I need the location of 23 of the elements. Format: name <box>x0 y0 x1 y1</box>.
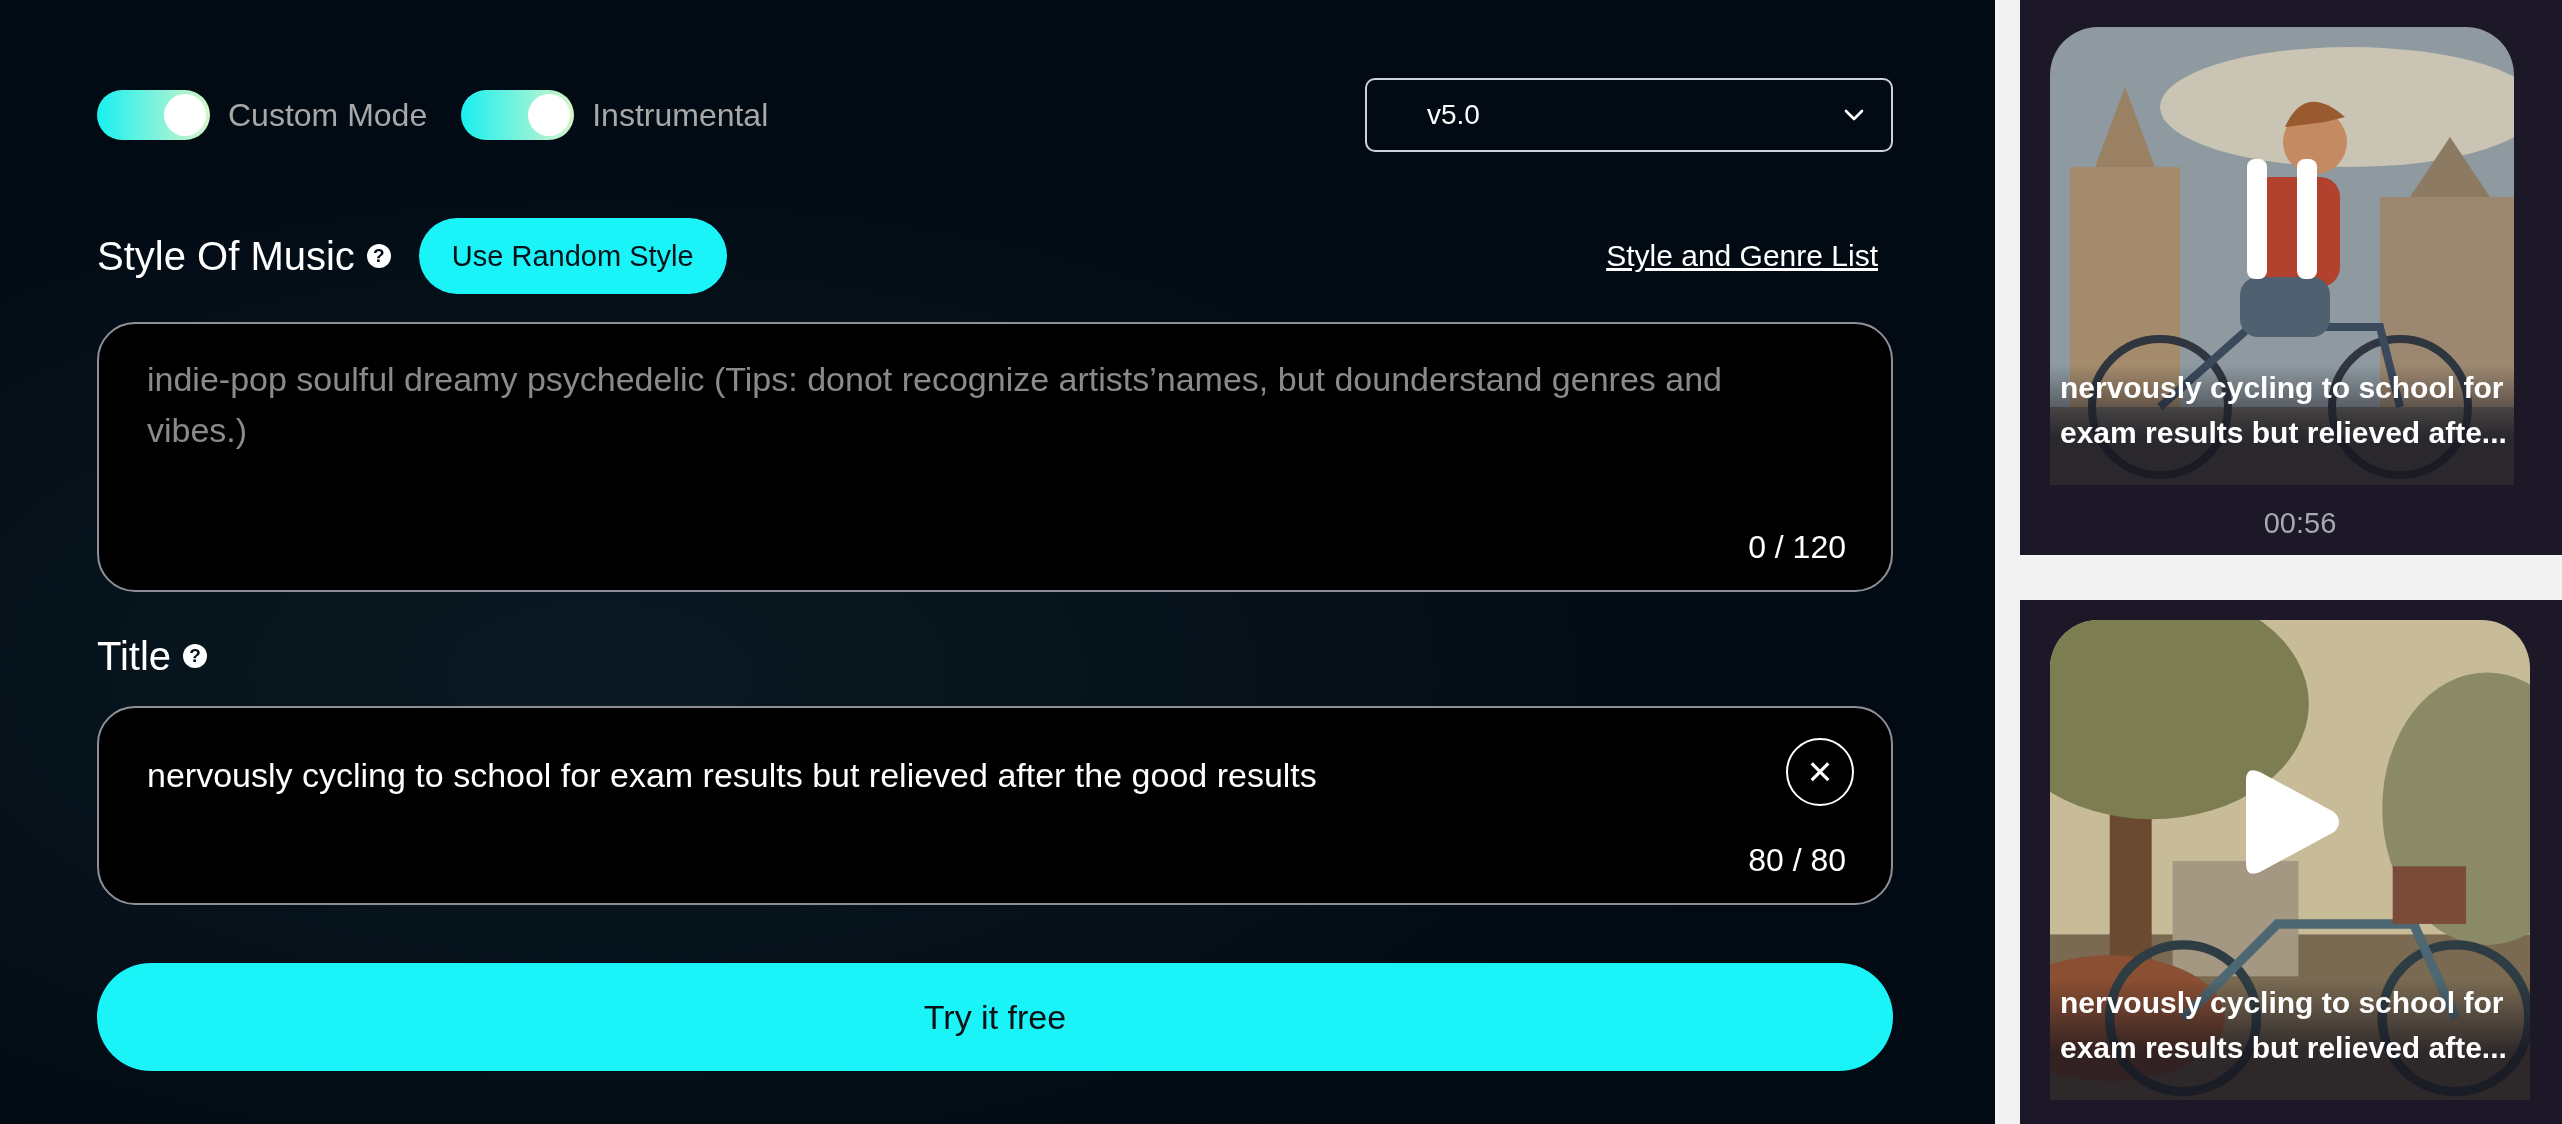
toggle-label: Instrumental <box>592 96 769 134</box>
help-icon[interactable]: ? <box>183 644 208 668</box>
section-label: Title <box>97 633 172 679</box>
pause-icon[interactable] <box>2247 159 2317 280</box>
clear-button[interactable]: × <box>1786 738 1854 806</box>
toggle-switch[interactable] <box>461 90 575 140</box>
help-icon[interactable]: ? <box>366 244 391 268</box>
section-label: Style Of Music <box>97 233 355 279</box>
title-field[interactable]: nervously cycling to school for exam results but relieved after the good results × 80 / 80 <box>97 706 1893 905</box>
toggle-label: Custom Mode <box>228 96 428 134</box>
song-duration: 00:56 <box>2263 507 2337 540</box>
song-title: nervously cycling to school for exam results but relieved afte... <box>2060 370 2508 451</box>
random-style-button[interactable]: Use Random Style <box>418 218 727 294</box>
song-title: nervously cycling to school for exam results but relieved afte... <box>2060 985 2508 1066</box>
version-dropdown[interactable]: v5.0 <box>1365 78 1893 152</box>
character-counter: 0 / 120 <box>1748 529 1846 566</box>
style-field[interactable]: indie-pop soulful dreamy psychedelic (Tips: donot recognize artists’names, but dounderstand genres and vibes.) 0 / 120 <box>97 322 1893 592</box>
genre-list-link[interactable]: Style and Genre List <box>1606 239 1878 273</box>
placeholder-text: indie-pop soulful dreamy psychedelic (Tips: donot recognize artists’names, but dounderstand genres and vibes.) <box>147 359 1723 451</box>
chevron-down-icon <box>1843 108 1865 122</box>
try-free-button[interactable]: Try it free <box>97 963 1893 1071</box>
toggle-switch[interactable] <box>97 90 210 140</box>
character-counter: 80 / 80 <box>1748 842 1846 879</box>
